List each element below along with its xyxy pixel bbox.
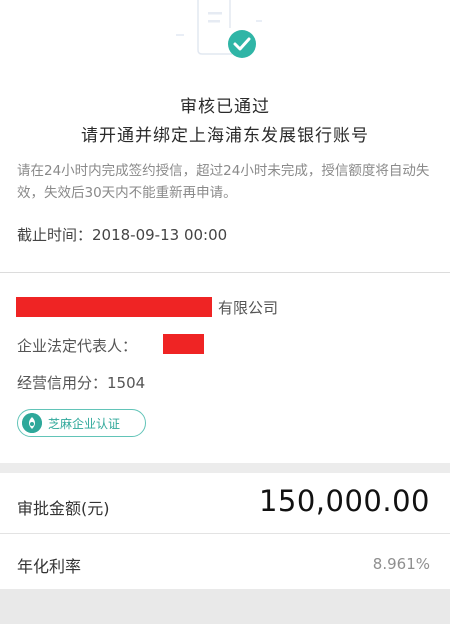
row-divider [0,533,450,534]
legal-representative-redaction [163,334,204,354]
badge-label: 芝麻企业认证 [48,417,121,431]
company-name-redaction [16,297,212,317]
approved-amount-label: 审批金额(元) [17,499,110,518]
approved-document-icon [176,0,262,58]
notice-text: 请在24小时内完成签约授信，超过24小时未完成，授信额度将自动失效，失效后30天… [17,163,430,201]
credit-score: 经营信用分：1504 [17,374,146,392]
annual-rate-value: 8.961% [372,555,430,573]
status-title: 审核已通过 [180,97,270,117]
legal-representative-label: 企业法定代表人： [17,337,138,355]
company-name-suffix: 有限公司 [218,299,279,317]
approval-status-card: 审核已通过 请开通并绑定上海浦东发展银行账号 请在24小时内完成签约授信，超过2… [0,0,450,272]
bottom-footer-strip [0,589,450,624]
status-subtitle: 请开通并绑定上海浦东发展银行账号 [81,126,369,146]
annual-rate-label: 年化利率 [17,557,82,576]
zhima-logo-icon [22,413,42,433]
deadline-text: 截止时间：2018-09-13 00:00 [17,226,228,244]
approved-amount-value: 150,000.00 [258,484,430,518]
zhima-certification-badge[interactable]: 芝麻企业认证 [17,409,146,437]
